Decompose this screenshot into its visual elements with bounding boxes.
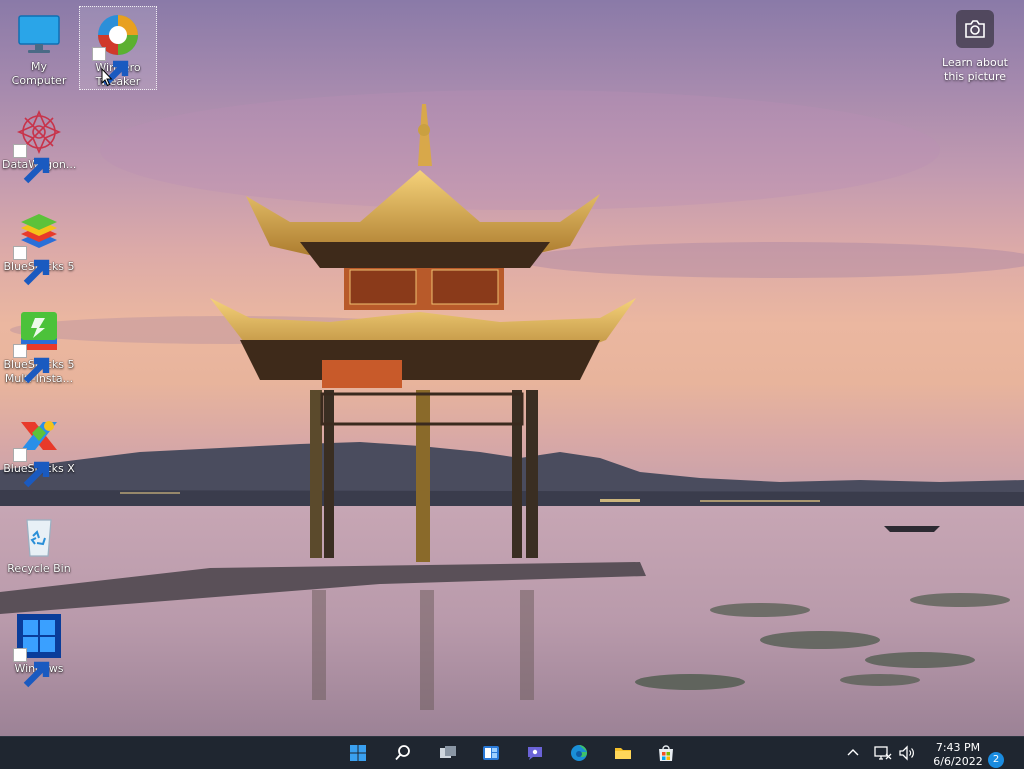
edge-icon	[571, 745, 587, 761]
bluestacks-x-icon	[13, 412, 63, 488]
desktop-icon-bluestacks-x[interactable]: BlueStacks X	[1, 412, 77, 488]
task-view-icon	[440, 746, 456, 758]
desktop-icon-bluestacks-multi-instance[interactable]: BlueStacks 5 Multi-Insta...	[1, 308, 77, 386]
teams-chat-icon	[528, 747, 542, 760]
widgets-button[interactable]	[478, 741, 504, 765]
desktop-icon-bluestacks-5[interactable]: BlueStacks 5	[1, 210, 77, 286]
desktop-icon-label: My Computer	[11, 60, 67, 87]
clock-time: 7:43 PM	[935, 741, 981, 754]
widgets-icon	[483, 746, 499, 760]
datawagon-icon	[13, 108, 63, 184]
shortcut-arrow-icon	[13, 648, 50, 688]
start-icon	[350, 745, 366, 761]
shortcut-arrow-icon	[13, 448, 50, 488]
microsoft-store-button[interactable]	[653, 741, 679, 765]
desktop-icon-recycle-bin[interactable]: Recycle Bin	[1, 512, 77, 576]
start-button[interactable]	[345, 741, 371, 765]
file-explorer-button[interactable]	[610, 741, 636, 765]
clock-date: 6/6/2022	[933, 755, 983, 768]
mouse-cursor-icon	[101, 68, 113, 87]
taskbar: 7:43 PM 6/6/2022	[0, 736, 1024, 769]
recycle-bin-icon	[15, 512, 63, 560]
desktop-icon-my-computer[interactable]: My Computer	[1, 10, 77, 88]
search-icon	[395, 745, 410, 761]
learn-about-label: Learn about this picture	[942, 56, 1008, 83]
shortcut-arrow-icon	[13, 144, 50, 184]
camera-icon	[956, 10, 994, 48]
task-view-button[interactable]	[435, 741, 461, 765]
desktop-icon-label: Recycle Bin	[7, 562, 71, 575]
shortcut-arrow-icon	[13, 344, 50, 384]
edge-button[interactable]	[566, 741, 592, 765]
volume-icon	[899, 745, 914, 761]
show-hidden-icons-button[interactable]	[846, 737, 860, 769]
network-icon	[874, 746, 892, 760]
teams-chat-button[interactable]	[522, 741, 548, 765]
microsoft-store-icon	[659, 745, 673, 761]
file-explorer-icon	[615, 748, 631, 759]
bluestacks-icon	[13, 210, 63, 286]
desktop-icon-winaero-tweaker[interactable]: Winaero Tweaker	[79, 6, 157, 90]
desktop[interactable]: My Computer Winaero Tweaker DataWagon...…	[0, 0, 1024, 736]
search-button[interactable]	[390, 741, 416, 765]
winaero-tweaker-icon	[92, 11, 142, 87]
bluestacks-multi-instance-icon	[13, 308, 63, 384]
learn-about-this-picture-button[interactable]: Learn about this picture	[936, 10, 1014, 84]
clock-button[interactable]: 7:43 PM 6/6/2022	[928, 741, 988, 769]
chevron-up-icon	[847, 749, 859, 756]
volume-button[interactable]	[898, 737, 916, 769]
desktop-icon-windows[interactable]: Windows	[1, 612, 77, 688]
shortcut-arrow-icon	[92, 47, 129, 87]
notification-badge[interactable]: 2	[988, 752, 1004, 768]
network-button[interactable]	[874, 737, 892, 769]
shortcut-arrow-icon	[13, 246, 50, 286]
monitor-icon	[15, 10, 63, 58]
desktop-icon-datawagon[interactable]: DataWagon...	[1, 108, 77, 184]
windows-logo-icon	[13, 612, 63, 688]
wallpaper-pagoda-lake	[0, 90, 1024, 736]
